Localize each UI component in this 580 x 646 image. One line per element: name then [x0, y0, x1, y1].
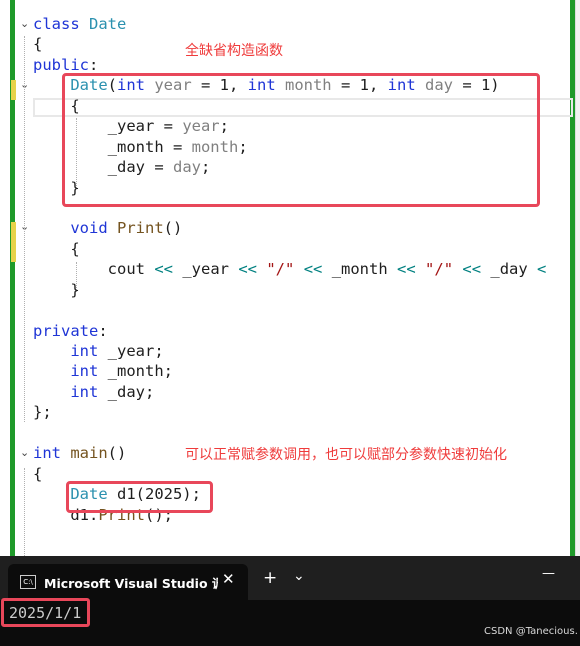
constructor-highlight-box [62, 73, 540, 207]
annotation-main: 可以正常赋参数调用，也可以赋部分参数快速初始化 [185, 447, 507, 463]
code-token: private [33, 321, 99, 340]
code-token: () [107, 444, 127, 463]
code-token: << [462, 260, 482, 279]
chevron-down-icon[interactable]: ⌄ [293, 568, 305, 584]
unsaved-change-marker [11, 222, 16, 262]
code-line: int _day; [33, 382, 546, 402]
code-token: public [33, 55, 89, 74]
code-token: : [98, 321, 108, 340]
code-token: << [397, 260, 416, 279]
code-token: } [33, 280, 80, 299]
close-tab-icon[interactable]: ✕ [222, 570, 235, 588]
code-line: }; [33, 402, 546, 422]
code-line: private: [33, 321, 546, 341]
code-line: { [33, 34, 546, 54]
code-line: cout << _year << "/" << _month << "/" <<… [33, 259, 547, 279]
code-token: << [154, 260, 173, 279]
code-line: void Print() [33, 218, 546, 238]
code-token: int [70, 382, 108, 401]
code-token: int [70, 342, 108, 360]
unsaved-change-marker [11, 80, 16, 100]
main-guide-line [24, 468, 25, 556]
console-icon: C:\ [20, 575, 36, 589]
code-token: _year; [107, 342, 164, 360]
console-tab-title: Microsoft Visual Studio 调试控制台 [44, 576, 218, 591]
watermark: CSDN @Tanecious. [484, 626, 578, 637]
code-token: void [70, 219, 117, 238]
code-token: << [238, 260, 257, 279]
minimize-icon[interactable]: — [542, 566, 555, 581]
code-token: Print [117, 219, 164, 238]
console-tab[interactable]: C:\ Microsoft Visual Studio 调试控制台 ✕ [8, 564, 248, 600]
code-token: }; [33, 403, 52, 422]
code-token: cout [33, 260, 155, 279]
fold-constructor-icon[interactable]: ⌄ [20, 79, 30, 90]
new-tab-icon[interactable]: + [263, 568, 277, 588]
annotation-constructor: 全缺省构造函数 [185, 43, 283, 59]
code-line: class Date [33, 14, 546, 34]
code-line: } [33, 280, 546, 300]
code-token: : [89, 55, 99, 74]
code-token: main [70, 444, 108, 463]
code-token: int [33, 444, 71, 463]
code-token: int [70, 362, 108, 381]
code-line: int _month; [33, 361, 546, 381]
code-token: class [33, 15, 89, 33]
fold-print-icon[interactable]: ⌄ [20, 221, 30, 232]
code-token: _day [481, 260, 538, 279]
code-token: { [33, 239, 80, 258]
code-token: _year [173, 260, 239, 279]
terminal-tab-bar: C:\ Microsoft Visual Studio 调试控制台 ✕ + ⌄ … [0, 556, 580, 600]
fold-main-icon[interactable]: ⌄ [20, 447, 30, 458]
fold-class-icon[interactable]: ⌄ [20, 18, 30, 29]
code-token: "/" [425, 260, 454, 279]
code-token: _month [322, 260, 398, 279]
code-token: () [163, 219, 183, 238]
code-token: _month; [107, 362, 173, 381]
code-token: _day; [107, 382, 155, 401]
code-token: "/" [266, 260, 295, 279]
code-line: int _year; [33, 341, 546, 361]
code-line: { [33, 239, 546, 259]
vertical-scrollbar[interactable] [575, 0, 580, 556]
class-guide-line [24, 36, 25, 422]
call-highlight-box [66, 481, 213, 513]
code-token: < [537, 260, 547, 279]
code-token: { [33, 35, 43, 54]
code-token: Date [89, 15, 127, 33]
code-token: { [33, 464, 43, 483]
code-editor[interactable]: ⌄ ⌄ ⌄ ⌄ class Date{public: Date(int year… [0, 0, 580, 556]
output-highlight-box [1, 598, 90, 627]
code-token: << [303, 260, 323, 279]
